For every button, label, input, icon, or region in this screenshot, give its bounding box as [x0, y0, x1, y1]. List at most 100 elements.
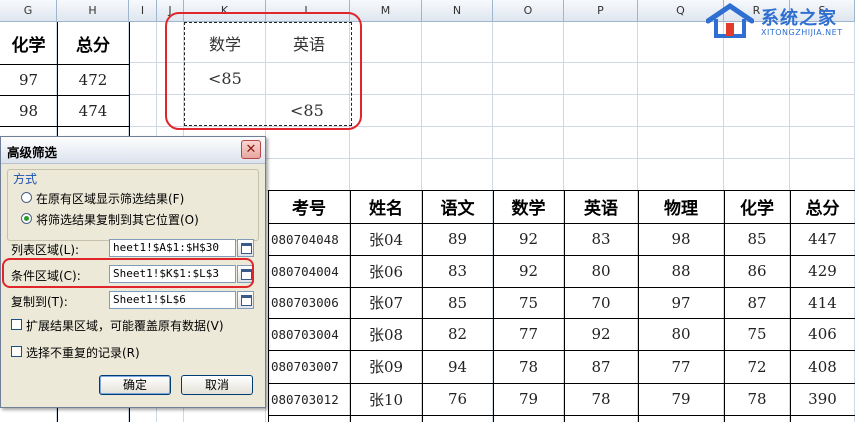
result-cell[interactable]: 张09 [350, 350, 422, 383]
result-cell[interactable]: 78 [493, 350, 564, 383]
result-header[interactable]: 英语 [564, 190, 638, 223]
ok-button[interactable]: 确定 [99, 375, 171, 395]
result-header[interactable]: 考号 [268, 190, 350, 223]
left-cell[interactable]: 472 [57, 64, 129, 95]
copy-to-field[interactable]: Sheet1!$L$6 [109, 291, 236, 309]
watermark-url: XITONGZHIJIA.NET [761, 28, 843, 37]
result-cell[interactable]: 82 [422, 318, 493, 350]
result-header[interactable]: 姓名 [350, 190, 422, 223]
criteria-header-english[interactable]: 英语 [266, 24, 352, 62]
result-cell[interactable]: 080703007 [268, 350, 350, 383]
radio-in-place-label[interactable]: 在原有区域显示筛选结果(F) [36, 190, 184, 207]
unique-records-checkbox[interactable] [11, 346, 22, 357]
result-cell[interactable]: 张08 [350, 318, 422, 350]
radio-copy-to[interactable] [21, 213, 32, 224]
result-cell[interactable]: 80 [638, 318, 724, 350]
result-cell[interactable]: 76 [422, 383, 493, 415]
result-cell[interactable]: 414 [790, 287, 855, 318]
result-cell[interactable]: 080704004 [268, 255, 350, 287]
criteria-english-value[interactable]: <85 [266, 94, 352, 126]
result-cell[interactable]: 张07 [350, 287, 422, 318]
close-icon[interactable]: ✕ [241, 140, 261, 159]
dialog-titlebar[interactable]: 高级筛选 ✕ [1, 137, 265, 164]
result-cell[interactable]: 79 [493, 383, 564, 415]
result-header[interactable]: 总分 [790, 190, 855, 223]
left-cell[interactable]: 98 [0, 95, 57, 126]
unique-records-label[interactable]: 选择不重复的记录(R) [26, 344, 140, 361]
criteria-range-highlight [2, 258, 254, 288]
copy-to-collapse-icon[interactable] [237, 291, 254, 309]
result-header[interactable]: 物理 [638, 190, 724, 223]
result-cell[interactable]: 75 [493, 287, 564, 318]
result-cell[interactable]: 92 [564, 318, 638, 350]
result-cell[interactable]: 92 [493, 223, 564, 255]
result-cell[interactable]: 406 [790, 318, 855, 350]
criteria-math-value[interactable]: <85 [184, 62, 266, 94]
dialog-title: 高级筛选 [7, 145, 58, 160]
result-cell[interactable]: 97 [638, 287, 724, 318]
column-header-g[interactable]: G [0, 0, 57, 22]
result-cell[interactable]: 83 [564, 223, 638, 255]
expand-checkbox[interactable] [11, 319, 22, 330]
result-cell[interactable]: 85 [422, 287, 493, 318]
result-cell[interactable]: 88 [638, 255, 724, 287]
result-cell[interactable]: 080703012 [268, 383, 350, 415]
result-cell[interactable]: 张06 [350, 255, 422, 287]
result-cell[interactable]: 86 [724, 255, 790, 287]
list-range-label: 列表区域(L): [11, 243, 80, 257]
result-cell[interactable]: 80 [564, 255, 638, 287]
expand-checkbox-label[interactable]: 扩展结果区域，可能覆盖原有数据(V) [26, 317, 224, 334]
result-cell[interactable]: 75 [724, 318, 790, 350]
result-cell[interactable]: 77 [493, 318, 564, 350]
column-header-n[interactable]: N [422, 0, 493, 22]
list-range-field[interactable]: heet1!$A$1:$H$30 [109, 239, 236, 257]
column-header-p[interactable]: P [564, 0, 638, 22]
result-cell[interactable]: 87 [564, 350, 638, 383]
criteria-header-math[interactable]: 数学 [184, 24, 266, 62]
result-cell[interactable]: 94 [422, 350, 493, 383]
mode-group-label: 方式 [11, 170, 40, 187]
column-header-h[interactable]: H [57, 0, 129, 22]
result-cell[interactable]: 447 [790, 223, 855, 255]
cancel-button[interactable]: 取消 [181, 375, 253, 395]
watermark: 系统之家 XITONGZHIJIA.NET [706, 3, 852, 41]
result-cell[interactable]: 92 [493, 255, 564, 287]
result-cell[interactable]: 98 [638, 223, 724, 255]
result-cell[interactable]: 080703004 [268, 318, 350, 350]
result-cell[interactable]: 79 [638, 383, 724, 415]
list-range-collapse-icon[interactable] [237, 239, 254, 257]
result-cell[interactable]: 70 [564, 287, 638, 318]
result-cell[interactable]: 83 [422, 255, 493, 287]
result-cell[interactable]: 408 [790, 350, 855, 383]
left-header-total[interactable]: 总分 [57, 22, 129, 64]
result-cell[interactable]: 78 [564, 383, 638, 415]
result-cell[interactable]: 72 [724, 350, 790, 383]
result-cell[interactable]: 080703006 [268, 287, 350, 318]
column-header-m[interactable]: M [350, 0, 422, 22]
radio-copy-to-label[interactable]: 将筛选结果复制到其它位置(O) [36, 211, 199, 228]
left-cell[interactable]: 97 [0, 64, 57, 95]
left-cell[interactable]: 474 [57, 95, 129, 126]
result-cell[interactable]: 429 [790, 255, 855, 287]
result-header[interactable]: 语文 [422, 190, 493, 223]
house-logo-icon [706, 3, 754, 38]
left-table-border [0, 126, 129, 127]
result-cell[interactable]: 85 [724, 223, 790, 255]
result-table-border [268, 415, 855, 416]
result-cell[interactable]: 080704048 [268, 223, 350, 255]
result-cell[interactable]: 390 [790, 383, 855, 415]
result-cell[interactable]: 87 [724, 287, 790, 318]
column-header-i[interactable]: I [129, 0, 157, 22]
column-header-o[interactable]: O [493, 0, 564, 22]
result-header[interactable]: 化学 [724, 190, 790, 223]
watermark-brand: 系统之家 [761, 8, 837, 29]
result-cell[interactable]: 张04 [350, 223, 422, 255]
radio-in-place[interactable] [21, 192, 32, 203]
result-header[interactable]: 数学 [493, 190, 564, 223]
result-cell[interactable]: 78 [724, 383, 790, 415]
result-cell[interactable]: 77 [638, 350, 724, 383]
copy-to-label: 复制到(T): [11, 295, 68, 309]
left-header-chemistry[interactable]: 化学 [0, 22, 57, 64]
result-cell[interactable]: 张10 [350, 383, 422, 415]
result-cell[interactable]: 89 [422, 223, 493, 255]
